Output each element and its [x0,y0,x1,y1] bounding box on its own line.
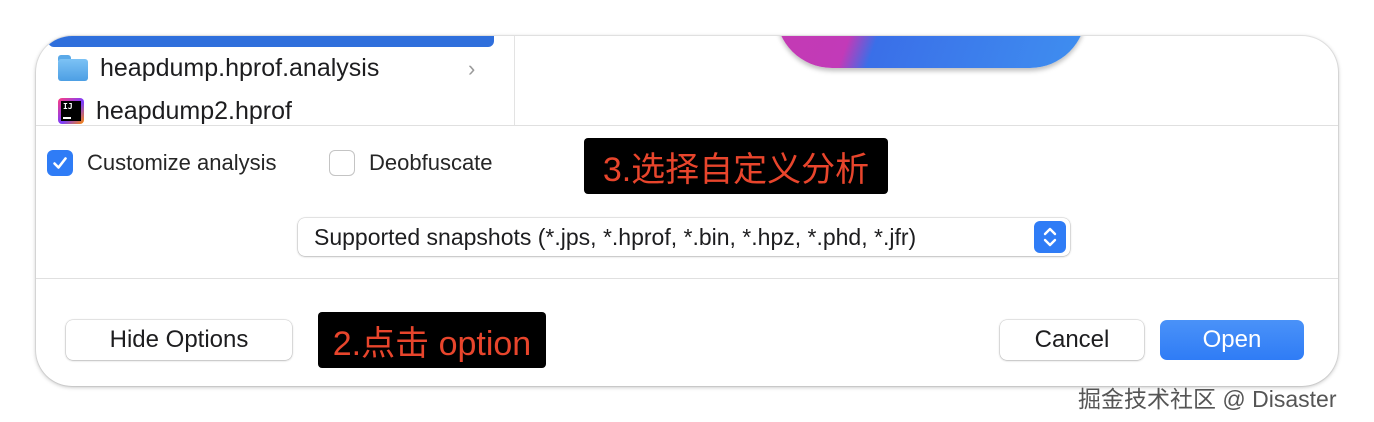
watermark: 掘金技术社区 @ Disaster [1078,386,1337,412]
customize-analysis-checkbox[interactable]: Customize analysis [47,150,277,176]
file-name: heapdump2.hprof [96,96,292,125]
divider [36,278,1338,279]
divider [36,125,1338,126]
file-name: heapdump.hprof.analysis [100,53,380,82]
checkmark-icon [53,157,67,169]
file-browser: heapdump.hprof.analysis › IJ heapdump2.h… [36,36,1338,125]
intellij-file-icon: IJ [58,98,84,124]
up-down-chevron-icon [1043,227,1057,247]
file-row-heapdump2[interactable]: IJ heapdump2.hprof [58,93,292,129]
open-file-dialog: heapdump.hprof.analysis › IJ heapdump2.h… [36,36,1338,386]
annotation-step3: 3.选择自定义分析 [584,138,888,194]
preview-app-icon [776,36,1086,68]
selected-file-row[interactable] [48,36,494,47]
customize-analysis-label: Customize analysis [87,150,277,175]
cancel-button[interactable]: Cancel [1000,320,1144,360]
file-row-analysis-folder[interactable]: heapdump.hprof.analysis [58,50,379,86]
annotation-step2: 2.点击 option [318,312,546,368]
checkbox-checked[interactable] [47,150,73,176]
file-list: heapdump.hprof.analysis › IJ heapdump2.h… [36,36,514,125]
folder-icon [58,55,88,81]
deobfuscate-label: Deobfuscate [369,150,493,175]
column-divider [514,36,515,125]
file-type-selected-value: Supported snapshots (*.jps, *.hprof, *.b… [314,223,917,250]
chevron-right-icon: › [468,56,476,81]
checkbox-unchecked[interactable] [329,150,355,176]
hide-options-button[interactable]: Hide Options [66,320,292,360]
open-button[interactable]: Open [1160,320,1304,360]
select-stepper[interactable] [1034,221,1066,253]
deobfuscate-checkbox[interactable]: Deobfuscate [329,150,493,176]
file-type-select[interactable]: Supported snapshots (*.jps, *.hprof, *.b… [298,218,1070,256]
